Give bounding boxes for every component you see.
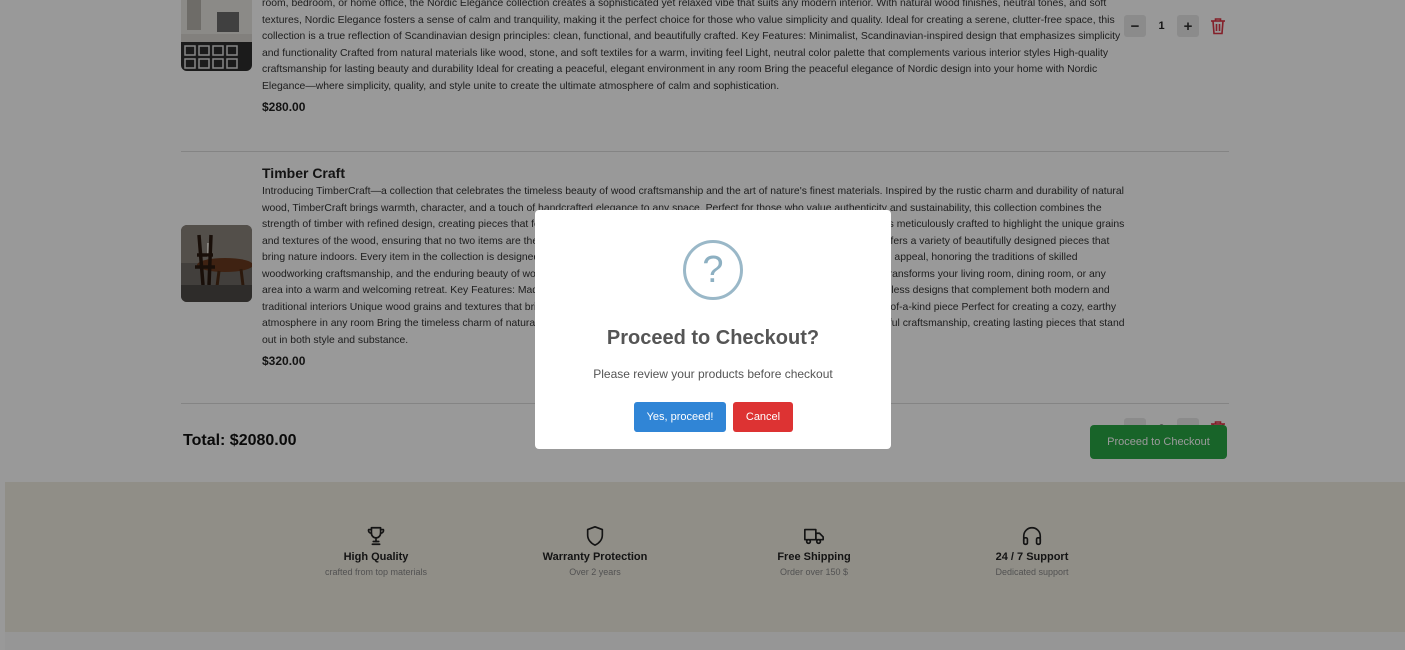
modal-backdrop[interactable]: ? Proceed to Checkout? Please review you… — [0, 0, 1405, 650]
confirm-button[interactable]: Yes, proceed! — [634, 402, 726, 432]
checkout-confirm-dialog: ? Proceed to Checkout? Please review you… — [535, 210, 891, 449]
cancel-button[interactable]: Cancel — [733, 402, 793, 432]
dialog-title: Proceed to Checkout? — [606, 327, 820, 349]
dialog-message: Please review your products before check… — [593, 367, 833, 381]
question-icon: ? — [683, 240, 743, 300]
